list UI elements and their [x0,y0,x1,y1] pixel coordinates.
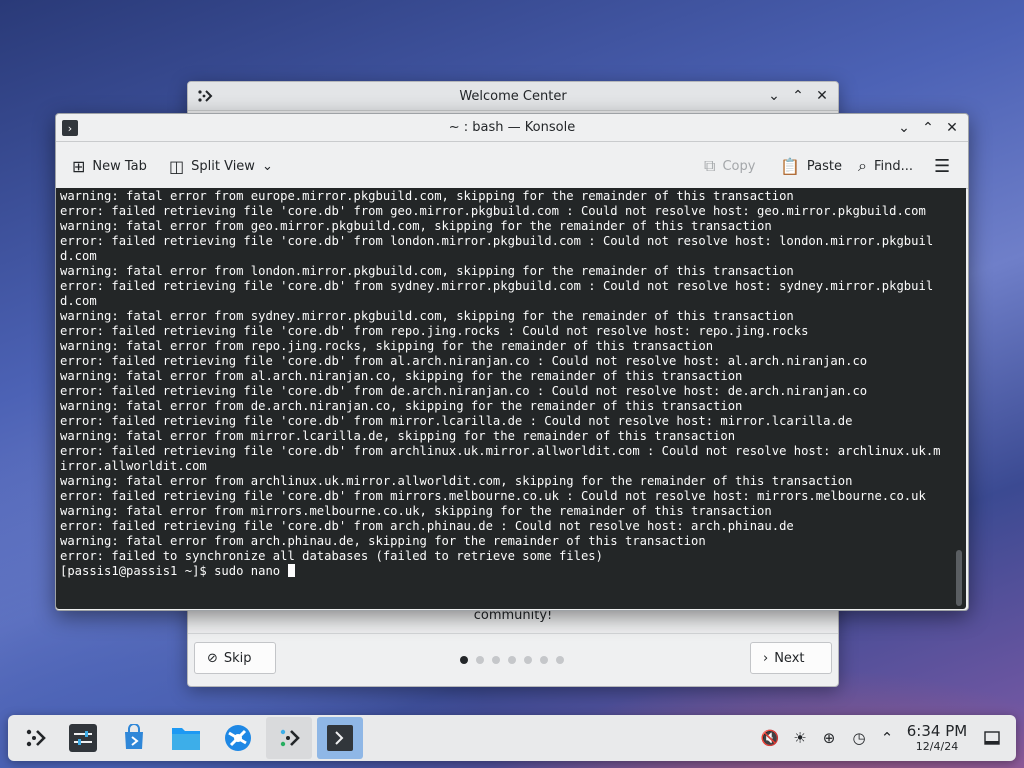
next-button-label: Next [774,650,805,666]
terminal-line: warning: fatal error from mirror.lcarill… [60,429,736,443]
terminal-line: error: failed retrieving file 'core.db' … [60,384,868,398]
browser-icon[interactable] [215,717,261,759]
minimize-icon[interactable]: ⌄ [894,117,914,139]
terminal-line: error: failed retrieving file 'core.db' … [60,204,926,218]
clock-time: 6:34 PM [906,722,968,740]
network-icon[interactable]: ⊕ [818,727,840,749]
welcome-center-icon[interactable] [266,717,312,759]
show-desktop-icon[interactable] [981,727,1003,749]
maximize-icon[interactable]: ⌃ [788,85,808,107]
terminal-scrollbar[interactable] [955,188,963,609]
clock-date: 12/4/24 [915,740,959,753]
terminal-line: warning: fatal error from repo.jing.rock… [60,339,714,353]
terminal-line: warning: fatal error from geo.mirror.pkg… [60,219,772,233]
new-tab-icon: ⊞ [72,156,86,176]
chevron-up-icon[interactable]: ⌃ [876,727,898,749]
close-icon[interactable]: ✕ [942,117,962,139]
new-tab-button[interactable]: ⊞ New Tab [72,154,147,178]
konsole-titlebar[interactable]: › ~ : bash — Konsole ⌄ ⌃ ✕ [56,114,968,142]
split-view-label: Split View [191,158,255,174]
paste-button[interactable]: 📋 Paste [780,154,842,178]
system-settings-icon[interactable] [60,717,106,759]
terminal-text: warning: fatal error from europe.mirror.… [56,188,944,579]
find-button[interactable]: ⌕ Find... [858,154,913,178]
terminal-output[interactable]: warning: fatal error from europe.mirror.… [56,188,966,609]
paste-icon: 📋 [780,156,800,176]
terminal-line: warning: fatal error from archlinux.uk.m… [60,474,853,488]
split-view-icon: ◫ [169,156,185,176]
chevron-right-icon: › [763,650,769,666]
copy-label: Copy [722,158,756,174]
page-dot[interactable] [460,656,468,664]
terminal-line: warning: fatal error from sydney.mirror.… [60,309,794,323]
page-dot[interactable] [492,656,500,664]
prompt-text: [passis1@passis1 ~]$ sudo nano [60,564,288,578]
copy-icon: ⧉ [704,156,716,175]
page-dot[interactable] [540,656,548,664]
window-title: ~ : bash — Konsole [448,120,576,135]
chevron-down-icon[interactable]: ⌄ [262,159,273,174]
volume-muted-icon[interactable]: 🔇 [759,727,781,749]
welcome-titlebar[interactable]: Welcome Center ⌄ ⌃ ✕ [188,82,838,111]
window-title: Welcome Center [459,88,567,104]
next-button[interactable]: › Next [750,642,832,674]
skip-button-label: Skip [223,650,252,666]
page-dot[interactable] [556,656,564,664]
terminal-prompt[interactable]: [passis1@passis1 ~]$ sudo nano [60,564,944,579]
paste-label: Paste [806,158,843,174]
terminal-line: error: failed to synchronize all databas… [60,549,603,563]
page-dot[interactable] [476,656,484,664]
maximize-icon[interactable]: ⌃ [918,117,938,139]
konsole-window[interactable]: › ~ : bash — Konsole ⌄ ⌃ ✕ ⊞ New Tab ◫ S… [55,113,969,611]
terminal-line: error: failed retrieving file 'core.db' … [60,444,941,473]
file-manager-icon[interactable] [163,717,209,759]
terminal-line: warning: fatal error from de.arch.niranj… [60,399,743,413]
page-indicator[interactable] [460,656,564,664]
terminal-line: warning: fatal error from mirrors.melbou… [60,504,772,518]
copy-button[interactable]: ⧉ Copy [704,154,755,178]
terminal-line: error: failed retrieving file 'core.db' … [60,414,853,428]
terminal-line: error: failed retrieving file 'core.db' … [60,279,934,308]
search-icon: ⌕ [858,156,867,175]
konsole-icon[interactable] [317,717,363,759]
application-launcher-icon[interactable] [12,717,58,759]
skip-button[interactable]: ⊘ Skip [194,642,276,674]
minimize-icon[interactable]: ⌄ [764,85,784,107]
konsole-toolbar: ⊞ New Tab ◫ Split View ⌄ ⧉ Copy 📋 Paste … [56,142,968,189]
find-label: Find... [873,158,914,174]
terminal-line: error: failed retrieving file 'core.db' … [60,519,794,533]
welcome-footer: ⊘ Skip › Next [188,633,838,686]
terminal-line: warning: fatal error from europe.mirror.… [60,189,794,203]
page-dot[interactable] [524,656,532,664]
text-cursor [288,564,296,577]
hamburger-menu-icon[interactable]: ☰ [934,154,950,178]
split-view-button[interactable]: ◫ Split View ⌄ [169,154,273,178]
terminal-line: error: failed retrieving file 'core.db' … [60,234,934,263]
terminal-line: warning: fatal error from al.arch.niranj… [60,369,743,383]
cancel-icon: ⊘ [207,650,218,666]
terminal-line: warning: fatal error from london.mirror.… [60,264,794,278]
terminal-line: error: failed retrieving file 'core.db' … [60,489,926,503]
terminal-line: error: failed retrieving file 'core.db' … [60,324,809,338]
brightness-icon[interactable]: ☀ [789,727,811,749]
discover-store-icon[interactable] [111,717,157,759]
taskbar: 🔇 ☀ ⊕ ◷ ⌃ 6:34 PM 12/4/24 [8,715,1016,761]
updates-icon[interactable]: ◷ [848,727,870,749]
terminal-line: error: failed retrieving file 'core.db' … [60,354,868,368]
clock[interactable]: 6:34 PM 12/4/24 [901,722,973,753]
new-tab-label: New Tab [92,158,147,174]
scrollbar-thumb[interactable] [956,550,962,606]
page-dot[interactable] [508,656,516,664]
close-icon[interactable]: ✕ [812,85,832,107]
terminal-line: warning: fatal error from arch.phinau.de… [60,534,706,548]
